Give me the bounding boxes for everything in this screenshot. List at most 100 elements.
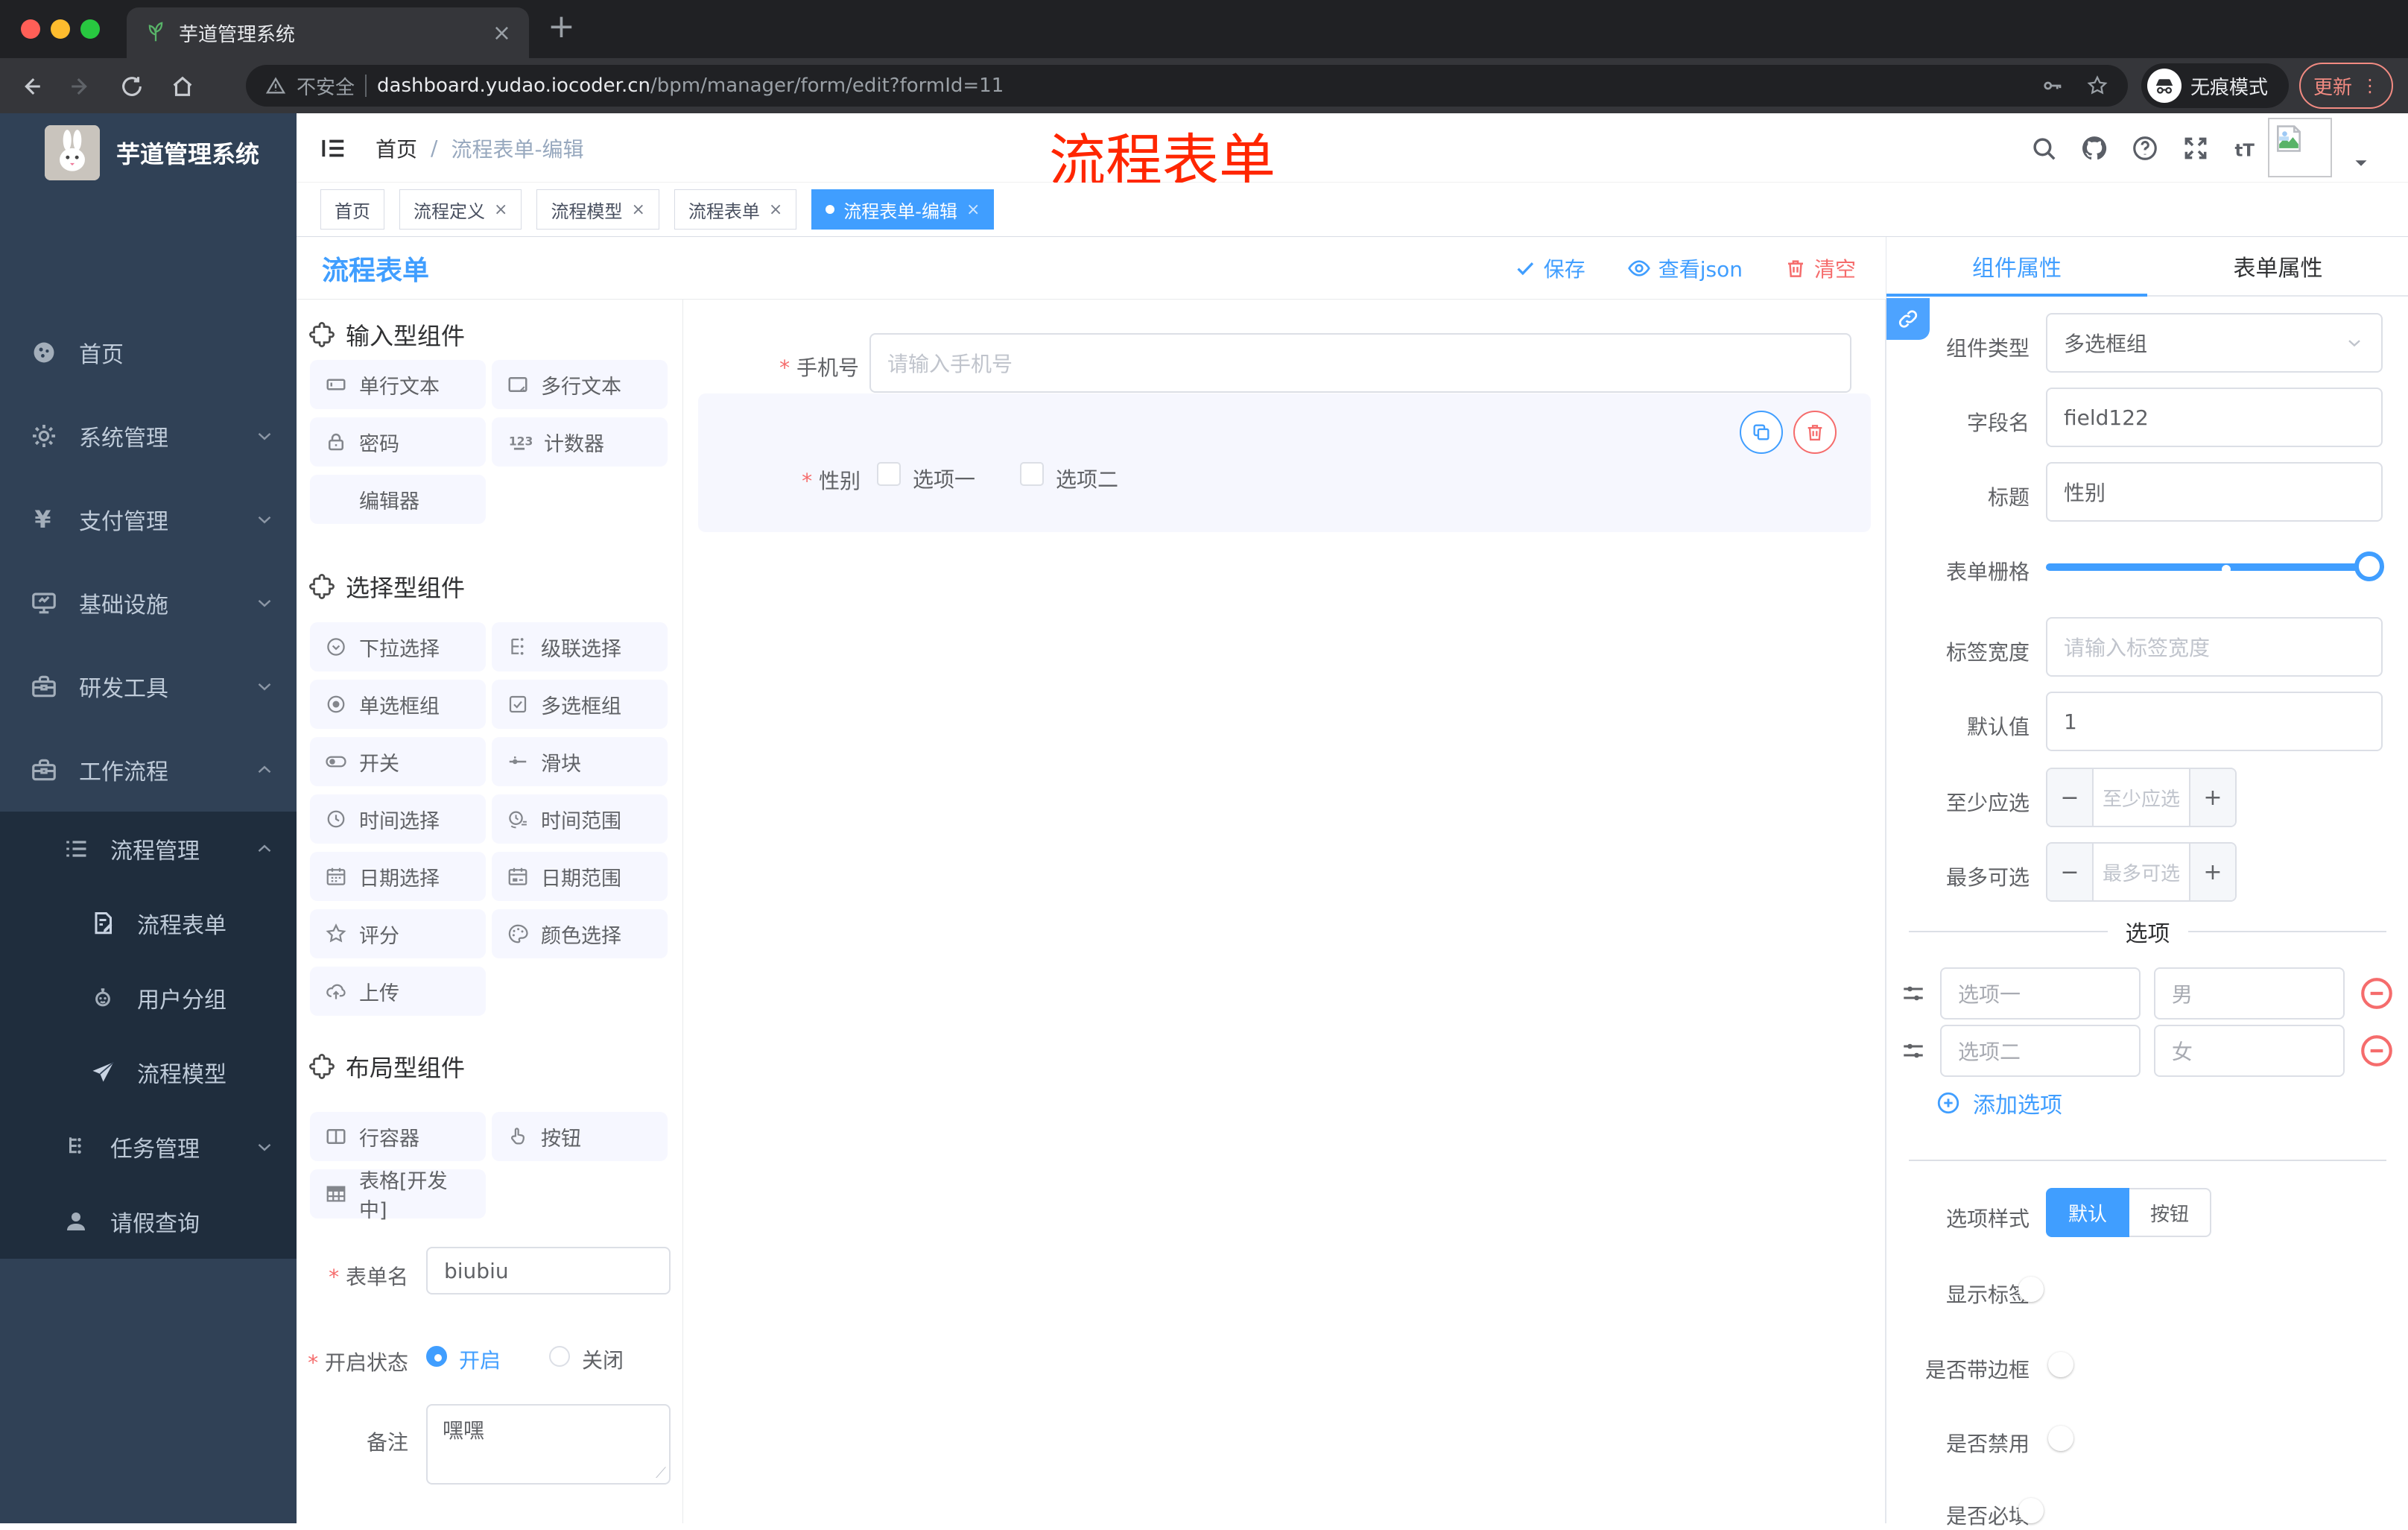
github-icon[interactable]: [2080, 134, 2108, 162]
traffic-light-minimize[interactable]: [51, 19, 70, 39]
component-item[interactable]: 开关: [310, 737, 486, 786]
min-select-value[interactable]: 至少应选: [2094, 784, 2189, 812]
component-item[interactable]: 颜色选择: [492, 909, 668, 958]
form-name-input[interactable]: biubiu: [426, 1247, 671, 1295]
phone-field-input[interactable]: 请输入手机号: [869, 333, 1851, 393]
component-item[interactable]: 滑块: [492, 737, 668, 786]
tab-form-props[interactable]: 表单属性: [2147, 237, 2408, 295]
tag-process-form[interactable]: 流程表单 ×: [674, 189, 797, 230]
browser-tab[interactable]: 芋道管理系统 ×: [127, 7, 529, 58]
font-size-icon[interactable]: [2232, 133, 2263, 164]
clear-button[interactable]: 清空: [1784, 253, 1856, 283]
view-json-button[interactable]: 查看json: [1627, 253, 1743, 283]
component-item[interactable]: 上传: [310, 967, 486, 1016]
tag-process-definition[interactable]: 流程定义 ×: [399, 189, 522, 230]
back-icon[interactable]: [18, 74, 43, 99]
form-remark-textarea[interactable]: 嘿嘿 ⟋: [426, 1404, 671, 1485]
component-item[interactable]: 下拉选择: [310, 622, 486, 671]
stepper-plus-button[interactable]: +: [2189, 844, 2235, 900]
password-key-icon[interactable]: [2041, 75, 2064, 97]
traffic-light-close[interactable]: [21, 19, 40, 39]
sidebar-collapse-icon[interactable]: [319, 134, 347, 162]
delete-component-button[interactable]: [1793, 411, 1837, 454]
component-item[interactable]: 编辑器: [310, 475, 486, 524]
traffic-light-zoom[interactable]: [80, 19, 100, 39]
add-option-button[interactable]: 添加选项: [1936, 1087, 2062, 1119]
fullscreen-icon[interactable]: [2182, 134, 2210, 162]
component-item[interactable]: 表格[开发中]: [310, 1169, 486, 1222]
home-icon[interactable]: [170, 74, 195, 99]
option-value-input[interactable]: 男: [2153, 967, 2345, 1020]
sidebar-item-system[interactable]: 系统管理: [0, 394, 297, 478]
reload-icon[interactable]: [119, 74, 145, 99]
resize-handle[interactable]: ⟋: [656, 1464, 666, 1482]
type-select[interactable]: 多选框组: [2046, 313, 2383, 373]
option-label-input[interactable]: 选项一: [1940, 967, 2141, 1020]
slider-handle[interactable]: [2354, 551, 2384, 581]
title-input[interactable]: 性别: [2046, 462, 2383, 522]
avatar[interactable]: [2268, 118, 2332, 177]
forward-icon[interactable]: [69, 74, 94, 99]
component-item[interactable]: 时间选择: [310, 794, 486, 844]
gender-option2-label[interactable]: 选项二: [1056, 464, 1118, 493]
component-item[interactable]: 多选框组: [492, 680, 668, 729]
sidebar-item-process-form[interactable]: 流程表单: [0, 886, 297, 961]
stepper-minus-button[interactable]: −: [2047, 844, 2094, 900]
sidebar-item-payment[interactable]: 支付管理: [0, 478, 297, 561]
sidebar-item-task-mgmt[interactable]: 任务管理: [0, 1110, 297, 1184]
sidebar-item-devtools[interactable]: 研发工具: [0, 645, 297, 728]
tab-component-props[interactable]: 组件属性: [1886, 237, 2147, 295]
sidebar-item-home[interactable]: 首页: [0, 311, 297, 394]
component-item[interactable]: 密码: [310, 417, 486, 467]
label-width-input[interactable]: 请输入标签宽度: [2046, 617, 2383, 677]
stepper-plus-button[interactable]: +: [2189, 769, 2235, 826]
default-value-input[interactable]: 1: [2046, 692, 2383, 751]
component-item[interactable]: 多行文本: [492, 360, 668, 409]
tag-close-icon[interactable]: ×: [631, 200, 644, 219]
remove-option-icon[interactable]: [2358, 1032, 2395, 1069]
radio-off-label[interactable]: 关闭: [582, 1344, 624, 1374]
option-value-input[interactable]: 女: [2153, 1025, 2345, 1077]
drag-handle-icon[interactable]: [1900, 1037, 1927, 1064]
tag-process-model[interactable]: 流程模型 ×: [536, 189, 659, 230]
component-item[interactable]: 单选框组: [310, 680, 486, 729]
radio-on-label[interactable]: 开启: [459, 1344, 501, 1374]
radio-off[interactable]: [549, 1346, 570, 1367]
style-default-button[interactable]: 默认: [2046, 1188, 2129, 1237]
gender-checkbox-1[interactable]: [877, 462, 901, 486]
component-item[interactable]: 行容器: [310, 1112, 486, 1161]
help-icon[interactable]: [2131, 134, 2159, 162]
option-label-input[interactable]: 选项二: [1940, 1025, 2141, 1077]
search-icon[interactable]: [2030, 134, 2058, 162]
max-select-value[interactable]: 最多可选: [2094, 859, 2189, 886]
sidebar-item-leave-query[interactable]: 请假查询: [0, 1184, 297, 1259]
bookmark-star-icon[interactable]: [2086, 75, 2108, 97]
gender-option1-label[interactable]: 选项一: [913, 464, 975, 493]
sidebar-item-infra[interactable]: 基础设施: [0, 561, 297, 645]
component-item[interactable]: 日期选择: [310, 852, 486, 901]
remove-option-icon[interactable]: [2358, 975, 2395, 1012]
component-item[interactable]: 计数器: [492, 417, 668, 467]
sidebar-item-process-model[interactable]: 流程模型: [0, 1035, 297, 1110]
tab-close-icon[interactable]: ×: [492, 20, 511, 46]
gender-checkbox-2[interactable]: [1020, 462, 1044, 486]
grid-slider[interactable]: [2046, 550, 2384, 583]
drag-handle-icon[interactable]: [1900, 980, 1927, 1007]
component-item[interactable]: 按钮: [492, 1112, 668, 1161]
save-button[interactable]: 保存: [1514, 253, 1585, 283]
tag-close-icon[interactable]: ×: [769, 200, 782, 219]
radio-on[interactable]: [426, 1346, 447, 1367]
style-button-button[interactable]: 按钮: [2129, 1188, 2211, 1237]
avatar-caret-down-icon[interactable]: [2350, 152, 2372, 174]
component-item[interactable]: 时间范围: [492, 794, 668, 844]
component-item[interactable]: 级联选择: [492, 622, 668, 671]
tag-home[interactable]: 首页: [320, 189, 384, 230]
tag-close-icon[interactable]: ×: [966, 200, 980, 219]
address-bar[interactable]: 不安全 dashboard.yudao.iocoder.cn/bpm/manag…: [246, 65, 2128, 107]
component-item[interactable]: 评分: [310, 909, 486, 958]
tag-process-form-edit[interactable]: 流程表单-编辑 ×: [811, 189, 995, 230]
update-button[interactable]: 更新 ⋮: [2299, 63, 2393, 109]
tag-close-icon[interactable]: ×: [494, 200, 507, 219]
stepper-minus-button[interactable]: −: [2047, 769, 2094, 826]
field-name-input[interactable]: field122: [2046, 388, 2383, 447]
